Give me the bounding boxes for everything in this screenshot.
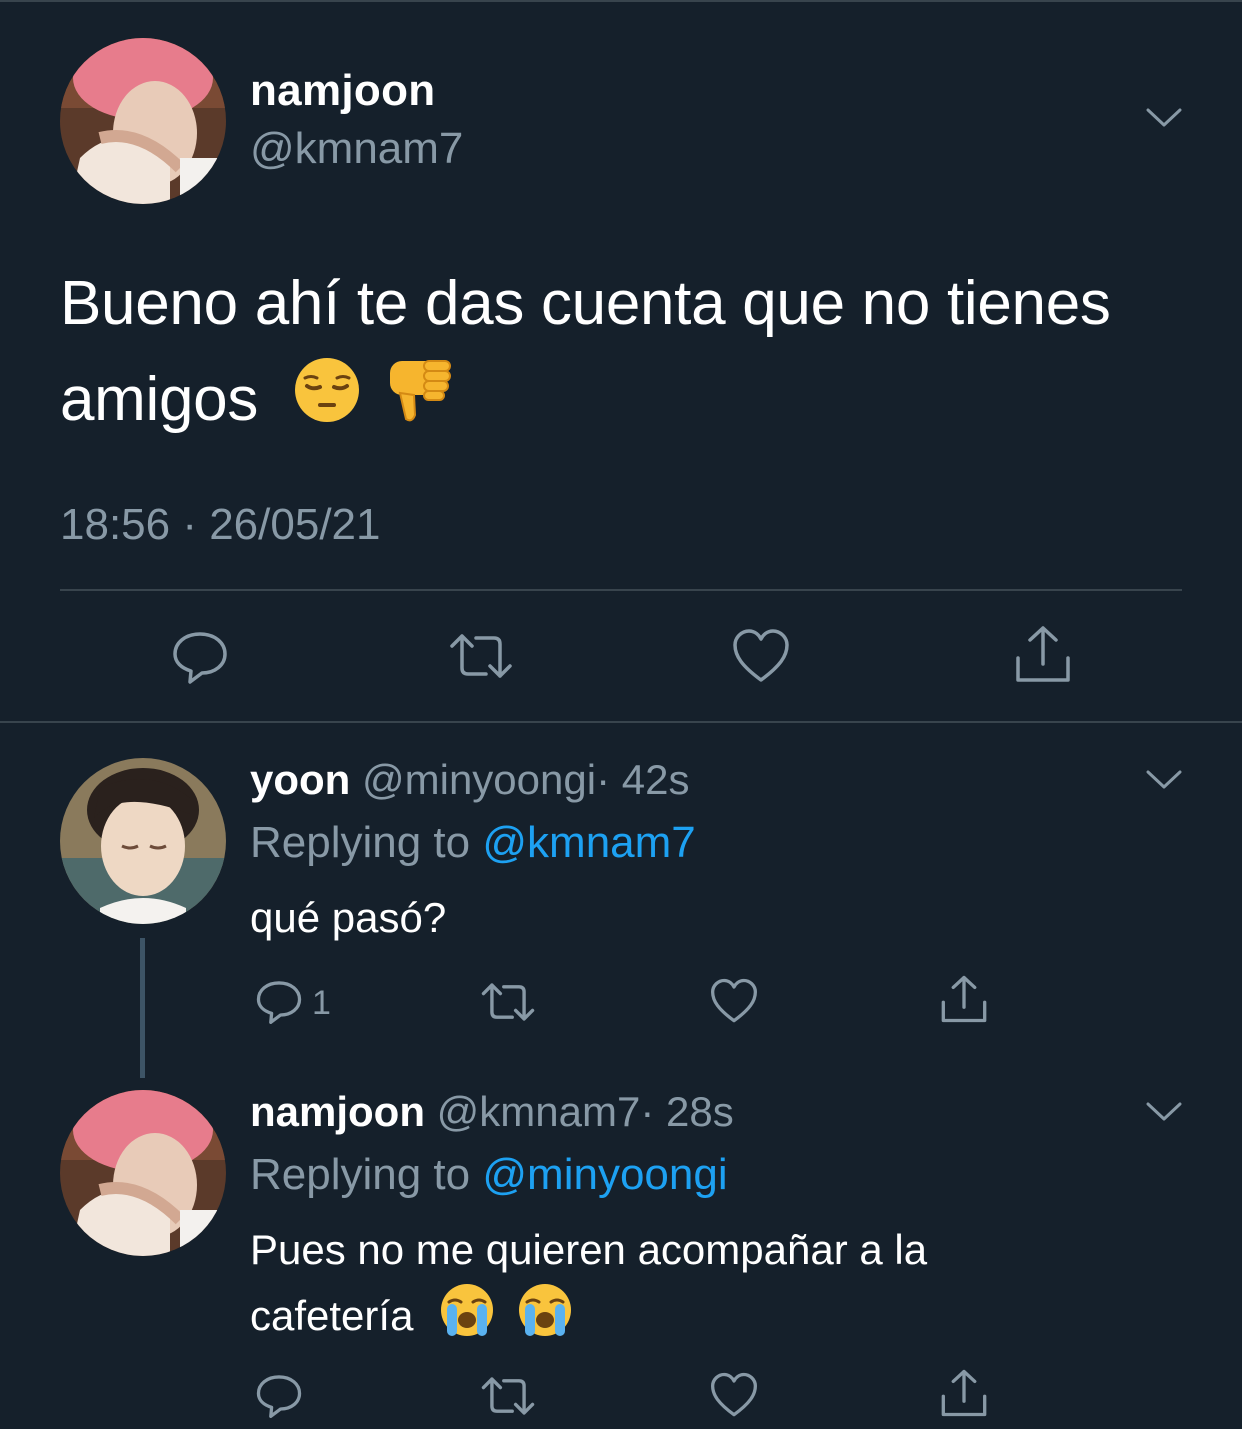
chevron-down-icon[interactable] xyxy=(1146,106,1182,135)
like-button[interactable] xyxy=(732,628,790,689)
loudly-crying-face-icon xyxy=(439,1282,495,1356)
tweet-text: Bueno ahí te das cuenta que no tienes am… xyxy=(60,256,1200,453)
reply2-replying-label: Replying to xyxy=(250,1150,471,1199)
main-tweet-bottom-divider xyxy=(0,721,1242,723)
thread-connector-line xyxy=(140,938,145,1078)
reply2-text-line2-wrap: cafetería xyxy=(250,1282,1150,1356)
reply2-handle[interactable]: @kmnam7 xyxy=(437,1088,641,1135)
like-icon xyxy=(710,1372,758,1423)
reply1-display-name[interactable]: yoon xyxy=(250,756,350,803)
reply-icon xyxy=(256,978,302,1029)
reply-icon xyxy=(256,1372,302,1423)
stats-divider xyxy=(60,589,1182,591)
reply1-replying-label: Replying to xyxy=(250,818,471,867)
reply2-chevron-down-icon[interactable] xyxy=(1146,1100,1182,1129)
retweet-button[interactable] xyxy=(448,630,514,687)
author-display-name[interactable]: namjoon xyxy=(250,66,435,116)
avatar-yoon[interactable] xyxy=(60,758,226,924)
avatar-namjoon-reply[interactable] xyxy=(60,1090,226,1256)
like-icon xyxy=(710,978,758,1029)
loudly-crying-face-icon xyxy=(517,1282,573,1356)
top-border xyxy=(0,0,1242,2)
retweet-icon xyxy=(448,630,514,687)
thumbs-down-icon xyxy=(384,355,454,453)
reply2-text-line1: Pues no me quieren acompañar a la xyxy=(250,1226,928,1273)
reply1-retweet-button[interactable] xyxy=(480,980,536,1029)
reply1-chevron-down-icon[interactable] xyxy=(1146,768,1182,797)
reply1-replying-to: Replying to @kmnam7 xyxy=(250,818,696,868)
avatar-namjoon[interactable] xyxy=(60,38,226,204)
share-icon xyxy=(940,974,988,1029)
reply2-display-name[interactable]: namjoon xyxy=(250,1088,425,1135)
tweet-timestamp[interactable]: 18:56 · 26/05/21 xyxy=(60,500,380,550)
pensive-face-icon xyxy=(293,356,361,452)
reply1-handle[interactable]: @minyoongi xyxy=(362,756,596,803)
reply2-mention-link[interactable]: @minyoongi xyxy=(482,1150,727,1199)
reply-icon xyxy=(172,628,228,689)
reply1-like-button[interactable] xyxy=(710,978,758,1029)
reply2-text-line2: cafetería xyxy=(250,1292,414,1340)
reply2-header: namjoon @kmnam7· 28s xyxy=(250,1088,734,1136)
tweet-text-line1: Bueno ahí te das cuenta que no tienes xyxy=(60,269,1111,338)
reply2-retweet-button[interactable] xyxy=(480,1374,536,1423)
reply1-text: qué pasó? xyxy=(250,894,447,941)
like-icon xyxy=(732,628,790,689)
reply2-text: Pues no me quieren acompañar a la cafete… xyxy=(250,1218,1150,1356)
share-button[interactable] xyxy=(1014,624,1072,689)
retweet-icon xyxy=(480,980,536,1029)
share-icon xyxy=(940,1368,988,1423)
reply2-time[interactable]: · 28s xyxy=(640,1088,733,1135)
reply1-time[interactable]: · 42s xyxy=(596,756,689,803)
author-handle[interactable]: @kmnam7 xyxy=(250,124,463,174)
retweet-icon xyxy=(480,1374,536,1423)
tweet-text-line2-wrap: amigos xyxy=(60,352,1200,453)
reply2-share-button[interactable] xyxy=(940,1368,988,1423)
reply1-mention-link[interactable]: @kmnam7 xyxy=(482,818,695,867)
reply2-like-button[interactable] xyxy=(710,1372,758,1423)
reply1-header: yoon @minyoongi· 42s xyxy=(250,756,689,804)
reply2-replying-to: Replying to @minyoongi xyxy=(250,1150,728,1200)
reply-button[interactable] xyxy=(172,628,228,689)
share-icon xyxy=(1014,624,1072,689)
reply2-reply-button[interactable] xyxy=(256,1372,302,1423)
reply1-reply-count: 1 xyxy=(312,984,331,1022)
tweet-text-line2: amigos xyxy=(60,365,259,434)
reply1-reply-button[interactable]: 1 xyxy=(256,978,331,1029)
reply1-share-button[interactable] xyxy=(940,974,988,1029)
